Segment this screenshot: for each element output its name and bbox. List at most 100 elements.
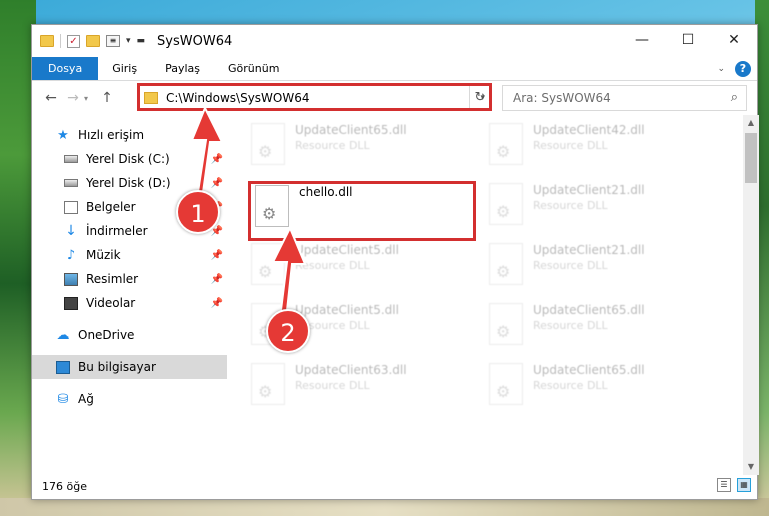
- file-item[interactable]: ⚙ UpdateClient65.dll Resource DLL: [251, 123, 471, 179]
- file-item[interactable]: ⚙ UpdateClient65.dll Resource DLL: [489, 363, 709, 419]
- tab-file[interactable]: Dosya: [32, 57, 99, 80]
- videos-icon: [64, 296, 78, 310]
- dll-file-icon: ⚙: [489, 123, 523, 165]
- pin-icon[interactable]: 📌: [211, 178, 223, 189]
- star-icon: ★: [57, 127, 69, 143]
- file-item[interactable]: ⚙ UpdateClient21.dll Resource DLL: [489, 243, 709, 299]
- sidebar-item-label: İndirmeler: [86, 224, 148, 238]
- item-count: 176 öğe: [42, 479, 87, 493]
- title-bar: ✓ ≡ ▾ ▬ SysWOW64 — ☐ ✕: [32, 25, 757, 57]
- file-name: UpdateClient42.dll: [533, 123, 645, 137]
- file-name: UpdateClient5.dll: [295, 303, 399, 317]
- quick-access-toolbar: ✓ ≡ ▾ ▬: [40, 34, 145, 48]
- file-item[interactable]: ⚙ UpdateClient63.dll Resource DLL: [251, 363, 471, 419]
- sidebar-item-onedrive[interactable]: ☁ OneDrive: [32, 323, 227, 347]
- cloud-icon: ☁: [56, 327, 70, 343]
- dll-file-icon: ⚙: [489, 363, 523, 405]
- details-view-icon[interactable]: ☰: [717, 478, 731, 492]
- sidebar-item-this-pc[interactable]: Bu bilgisayar: [32, 355, 227, 379]
- file-item[interactable]: ⚙ UpdateClient5.dll Resource DLL: [251, 243, 471, 299]
- sidebar-item-quick-access[interactable]: ★ Hızlı erişim: [32, 123, 227, 147]
- vertical-scrollbar[interactable]: ▲ ▼: [743, 115, 759, 475]
- network-icon: ⛁: [57, 391, 69, 407]
- back-button[interactable]: ←: [40, 90, 62, 106]
- pin-icon[interactable]: 📌: [211, 154, 223, 165]
- toolbar-divider: [60, 34, 61, 48]
- sidebar-item-videos[interactable]: Videolar 📌: [32, 291, 227, 315]
- file-list: ⚙ UpdateClient65.dll Resource DLL ⚙ Upda…: [227, 115, 759, 475]
- up-button[interactable]: ↑: [96, 90, 118, 106]
- pin-icon[interactable]: 📌: [211, 298, 223, 309]
- sidebar-item-label: Bu bilgisayar: [78, 360, 156, 374]
- file-item[interactable]: ⚙ UpdateClient21.dll Resource DLL: [489, 183, 709, 239]
- music-icon: ♪: [66, 247, 76, 263]
- recent-locations-icon[interactable]: ▾: [84, 94, 96, 103]
- chevron-down-icon[interactable]: ▾: [126, 36, 131, 46]
- navigation-pane: ★ Hızlı erişim Yerel Disk (C:) 📌 Yerel D…: [32, 115, 227, 475]
- maximize-button[interactable]: ☐: [665, 25, 711, 55]
- file-item[interactable]: ⚙ UpdateClient42.dll Resource DLL: [489, 123, 709, 179]
- dll-file-icon: ⚙: [251, 363, 285, 405]
- sidebar-item-network[interactable]: ⛁ Ağ: [32, 387, 227, 411]
- download-icon: ↓: [65, 222, 77, 239]
- dll-file-icon: ⚙: [251, 243, 285, 285]
- file-item[interactable]: ⚙ UpdateClient65.dll Resource DLL: [489, 303, 709, 359]
- sidebar-item-label: OneDrive: [78, 328, 135, 342]
- file-name: UpdateClient63.dll: [295, 363, 407, 377]
- dll-file-icon: ⚙: [489, 303, 523, 345]
- step-badge-2: 2: [266, 309, 310, 353]
- help-icon[interactable]: ?: [735, 61, 751, 77]
- tab-view[interactable]: Görünüm: [214, 57, 293, 80]
- tiles-view-icon[interactable]: ▦: [737, 478, 751, 492]
- pictures-icon: [64, 272, 78, 286]
- sidebar-item-disk-c[interactable]: Yerel Disk (C:) 📌: [32, 147, 227, 171]
- disk-icon: [64, 155, 78, 163]
- sidebar-item-label: Videolar: [86, 296, 136, 310]
- document-icon: [64, 200, 78, 214]
- sidebar-item-label: Hızlı erişim: [78, 128, 145, 142]
- file-desc: Resource DLL: [295, 379, 370, 392]
- forward-button[interactable]: →: [62, 90, 84, 106]
- sidebar-item-label: Yerel Disk (C:): [86, 152, 170, 166]
- file-name: UpdateClient21.dll: [533, 183, 645, 197]
- file-desc: Resource DLL: [533, 319, 608, 332]
- sidebar-item-pictures[interactable]: Resimler 📌: [32, 267, 227, 291]
- dll-file-icon: ⚙: [489, 243, 523, 285]
- dll-file-icon: ⚙: [251, 123, 285, 165]
- minimize-button[interactable]: —: [619, 25, 665, 55]
- customize-icon[interactable]: ≡: [106, 35, 120, 47]
- ribbon-tabs: Dosya Giriş Paylaş Görünüm ⌄ ?: [32, 57, 757, 81]
- expand-ribbon-icon[interactable]: ⌄: [717, 64, 725, 74]
- step-badge-1: 1: [176, 190, 220, 234]
- computer-icon: [56, 360, 70, 374]
- scroll-up-icon[interactable]: ▲: [743, 115, 759, 131]
- file-desc: Resource DLL: [533, 379, 608, 392]
- search-input[interactable]: Ara: SysWOW64 ⌕: [502, 85, 747, 111]
- tab-share[interactable]: Paylaş: [151, 57, 214, 80]
- file-name: UpdateClient5.dll: [295, 243, 399, 257]
- pin-icon[interactable]: 📌: [211, 274, 223, 285]
- sidebar-item-label: Resimler: [86, 272, 139, 286]
- view-buttons: ☰ ▦: [717, 478, 751, 492]
- file-desc: Resource DLL: [295, 259, 370, 272]
- new-folder-icon[interactable]: [86, 35, 100, 47]
- search-icon[interactable]: ⌕: [731, 90, 738, 105]
- folder-icon[interactable]: [40, 35, 54, 47]
- address-highlight-box: [137, 83, 492, 111]
- pin-icon[interactable]: 📌: [211, 250, 223, 261]
- file-name: UpdateClient65.dll: [533, 303, 645, 317]
- disk-icon: [64, 179, 78, 187]
- file-desc: Resource DLL: [533, 199, 608, 212]
- tab-home[interactable]: Giriş: [98, 57, 151, 80]
- file-desc: Resource DLL: [533, 139, 608, 152]
- close-button[interactable]: ✕: [711, 25, 757, 55]
- status-bar: 176 öğe ☰ ▦: [32, 473, 759, 499]
- sidebar-item-music[interactable]: ♪ Müzik 📌: [32, 243, 227, 267]
- customize-qat-icon[interactable]: ▬: [137, 36, 146, 46]
- window-controls: — ☐ ✕: [619, 25, 757, 55]
- ribbon-right: ⌄ ?: [717, 61, 751, 77]
- sidebar-item-label: Belgeler: [86, 200, 136, 214]
- scrollbar-thumb[interactable]: [745, 133, 757, 183]
- window-title: SysWOW64: [157, 33, 233, 49]
- properties-check-icon[interactable]: ✓: [67, 34, 80, 48]
